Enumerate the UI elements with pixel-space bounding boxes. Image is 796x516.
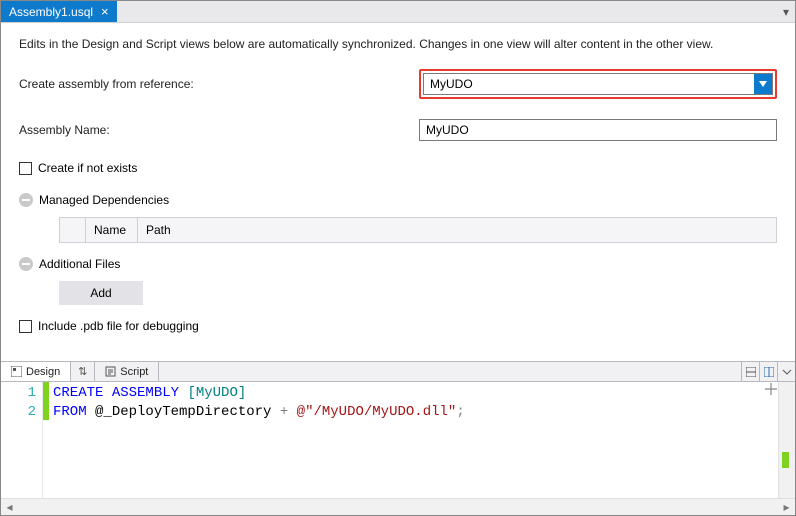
managed-dependencies-table: Name Path [59, 217, 777, 243]
design-pane: Edits in the Design and Script views bel… [1, 23, 795, 361]
collapse-icon[interactable] [19, 193, 33, 207]
split-horizontal-button[interactable] [741, 362, 759, 381]
create-if-not-exists-label: Create if not exists [38, 161, 137, 175]
assembly-name-input[interactable] [419, 119, 777, 141]
tab-overflow-button[interactable]: ▾ [777, 1, 795, 22]
document-tab-bar: Assembly1.usql × ▾ [1, 1, 795, 23]
dep-row-selector-header [60, 218, 86, 242]
document-tab-assembly1[interactable]: Assembly1.usql × [1, 1, 117, 22]
create-if-not-exists-checkbox[interactable] [19, 162, 32, 175]
vertical-scrollbar[interactable] [778, 382, 795, 498]
view-tab-bar: Design ⇅ Script [1, 361, 795, 382]
sync-hint-text: Edits in the Design and Script views bel… [19, 37, 777, 51]
reference-label: Create assembly from reference: [19, 77, 419, 91]
split-vertical-button[interactable] [759, 362, 777, 381]
chevron-down-icon: ▾ [783, 5, 789, 19]
include-pdb-checkbox[interactable] [19, 320, 32, 333]
code-line[interactable]: FROM @_DeployTempDirectory + @"/MyUDO/My… [49, 403, 795, 422]
swap-views-button[interactable]: ⇅ [71, 362, 95, 381]
split-vertical-icon [764, 367, 774, 377]
chevron-down-icon [759, 81, 767, 87]
assembly-name-label: Assembly Name: [19, 123, 419, 137]
script-icon [105, 366, 116, 377]
horizontal-scrollbar[interactable]: ◂ ▸ [1, 498, 795, 515]
chevron-collapse-icon [782, 367, 792, 377]
tab-design-label: Design [26, 366, 60, 378]
collapse-pane-button[interactable] [777, 362, 795, 381]
scroll-marker [782, 452, 789, 468]
close-icon[interactable]: × [101, 5, 109, 18]
swap-icon: ⇅ [78, 365, 87, 378]
scroll-left-arrow-icon[interactable]: ◂ [1, 499, 18, 515]
add-button[interactable]: Add [59, 281, 143, 305]
document-tab-title: Assembly1.usql [9, 5, 93, 19]
scroll-track[interactable] [18, 499, 778, 515]
line-number: 1 [1, 384, 42, 403]
split-horizontal-icon [746, 367, 756, 377]
additional-files-label: Additional Files [39, 257, 120, 271]
managed-dependencies-label: Managed Dependencies [39, 193, 169, 207]
dep-column-name-header[interactable]: Name [86, 218, 138, 242]
scroll-right-arrow-icon[interactable]: ▸ [778, 499, 795, 515]
include-pdb-label: Include .pdb file for debugging [38, 319, 199, 333]
reference-highlight-box: MyUDO [419, 69, 777, 99]
dep-column-path-header[interactable]: Path [138, 218, 776, 242]
split-grip-icon[interactable] [765, 383, 777, 395]
script-editor-pane[interactable]: 12 CREATE ASSEMBLY [MyUDO]FROM @_DeployT… [1, 382, 795, 498]
tab-script[interactable]: Script [95, 362, 159, 381]
line-number-gutter: 12 [1, 382, 43, 498]
line-number: 2 [1, 403, 42, 422]
collapse-icon[interactable] [19, 257, 33, 271]
tab-design[interactable]: Design [1, 362, 71, 381]
reference-combobox-value: MyUDO [424, 77, 754, 91]
code-body[interactable]: CREATE ASSEMBLY [MyUDO]FROM @_DeployTemp… [49, 382, 795, 498]
reference-combobox-dropdown-button[interactable] [754, 74, 772, 94]
code-line[interactable]: CREATE ASSEMBLY [MyUDO] [49, 384, 795, 403]
reference-combobox[interactable]: MyUDO [423, 73, 773, 95]
design-icon [11, 366, 22, 377]
tab-script-label: Script [120, 366, 148, 378]
